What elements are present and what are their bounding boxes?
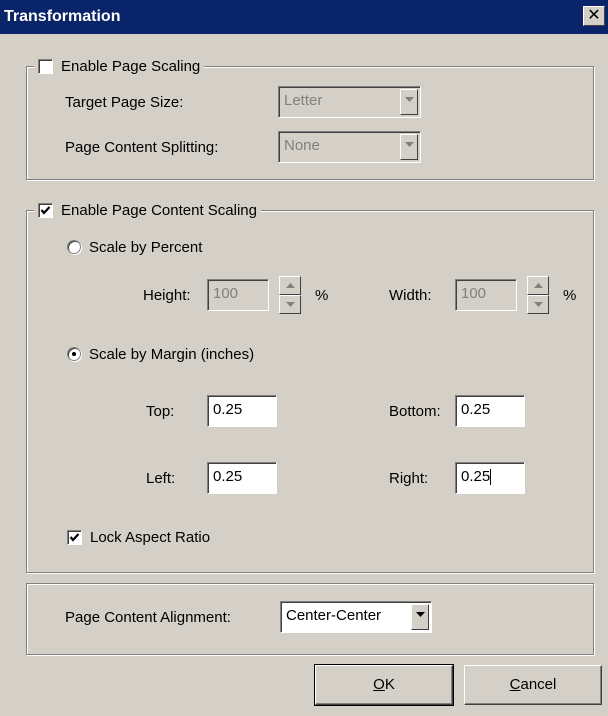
scale-by-percent-radio[interactable] (67, 240, 81, 254)
chevron-down-icon (405, 97, 414, 102)
text-caret (490, 469, 492, 486)
cancel-label-rest: ancel (520, 676, 557, 693)
cancel-mnemonic: C (509, 676, 521, 693)
height-value: 100 (213, 285, 239, 302)
left-label: Left: (146, 470, 176, 487)
page-content-splitting-combo[interactable]: None (278, 131, 421, 163)
close-icon: ✕ (587, 7, 601, 24)
ok-button[interactable]: OK (314, 664, 454, 706)
width-value: 100 (461, 285, 487, 302)
chevron-down-icon (405, 142, 414, 147)
top-margin-input[interactable]: 0.25 (207, 395, 277, 427)
height-input[interactable]: 100 (207, 279, 269, 311)
content-scaling-label: Enable Page Content Scaling (61, 201, 257, 219)
bottom-margin-input[interactable]: 0.25 (455, 395, 525, 427)
page-content-alignment-value: Center-Center (286, 607, 382, 624)
ok-label-rest: K (384, 676, 395, 693)
lock-aspect-ratio-option[interactable]: Lock Aspect Ratio (67, 527, 210, 547)
width-label: Width: (389, 287, 432, 304)
page-scaling-toggle[interactable]: Enable Page Scaling (34, 56, 205, 76)
left-margin-value: 0.25 (213, 468, 243, 485)
chevron-down-icon (534, 302, 543, 307)
height-label: Height: (143, 287, 191, 304)
target-page-size-combo[interactable]: Letter (278, 86, 421, 118)
top-margin-value: 0.25 (213, 401, 243, 418)
content-scaling-group (26, 210, 594, 573)
scale-by-margin-radio[interactable] (67, 347, 81, 361)
checkmark-icon (69, 532, 80, 542)
cancel-button[interactable]: Cancel (464, 665, 602, 705)
height-spinner[interactable] (279, 276, 301, 314)
right-margin-input[interactable]: 0.25 (455, 462, 525, 494)
page-content-splitting-label: Page Content Splitting: (65, 139, 219, 156)
ok-mnemonic: O (373, 676, 385, 693)
content-scaling-toggle[interactable]: Enable Page Content Scaling (34, 200, 261, 220)
bottom-label: Bottom: (389, 403, 441, 420)
target-page-size-label: Target Page Size: (65, 94, 184, 111)
page-scaling-checkbox[interactable] (38, 58, 53, 74)
title-bar: Transformation (0, 0, 608, 34)
width-spinner[interactable] (527, 276, 549, 314)
height-percent-sign: % (315, 287, 329, 304)
top-label: Top: (146, 403, 175, 420)
left-margin-input[interactable]: 0.25 (207, 462, 277, 494)
right-margin-value: 0.25 (461, 468, 491, 485)
page-content-alignment-dropdown-button[interactable] (411, 604, 429, 630)
page-content-alignment-combo[interactable]: Center-Center (280, 601, 432, 633)
width-input[interactable]: 100 (455, 279, 517, 311)
chevron-down-icon (416, 612, 425, 617)
bottom-margin-value: 0.25 (461, 401, 491, 418)
chevron-up-icon (286, 283, 295, 288)
content-scaling-checkbox[interactable] (38, 202, 53, 218)
page-content-splitting-value: None (284, 137, 320, 154)
lock-aspect-ratio-checkbox[interactable] (67, 529, 82, 545)
lock-aspect-ratio-label: Lock Aspect Ratio (90, 528, 211, 546)
scale-by-margin-option[interactable]: Scale by Margin (inches) (67, 344, 254, 364)
close-button[interactable]: ✕ (583, 6, 605, 26)
height-spin-up-button[interactable] (279, 276, 301, 295)
width-percent-sign: % (563, 287, 577, 304)
target-page-size-dropdown-button[interactable] (400, 89, 418, 115)
page-scaling-label: Enable Page Scaling (61, 57, 201, 75)
right-label: Right: (389, 470, 429, 487)
page-content-splitting-dropdown-button[interactable] (400, 134, 418, 160)
width-spin-down-button[interactable] (527, 295, 549, 314)
checkmark-icon (40, 205, 51, 215)
chevron-up-icon (534, 283, 543, 288)
target-page-size-value: Letter (284, 92, 323, 109)
scale-by-percent-label: Scale by Percent (89, 238, 203, 256)
height-spin-down-button[interactable] (279, 295, 301, 314)
window-title: Transformation (4, 8, 121, 25)
chevron-down-icon (286, 302, 295, 307)
page-content-alignment-label: Page Content Alignment: (65, 609, 231, 626)
scale-by-margin-label: Scale by Margin (inches) (89, 345, 255, 363)
scale-by-percent-option[interactable]: Scale by Percent (67, 237, 202, 257)
width-spin-up-button[interactable] (527, 276, 549, 295)
